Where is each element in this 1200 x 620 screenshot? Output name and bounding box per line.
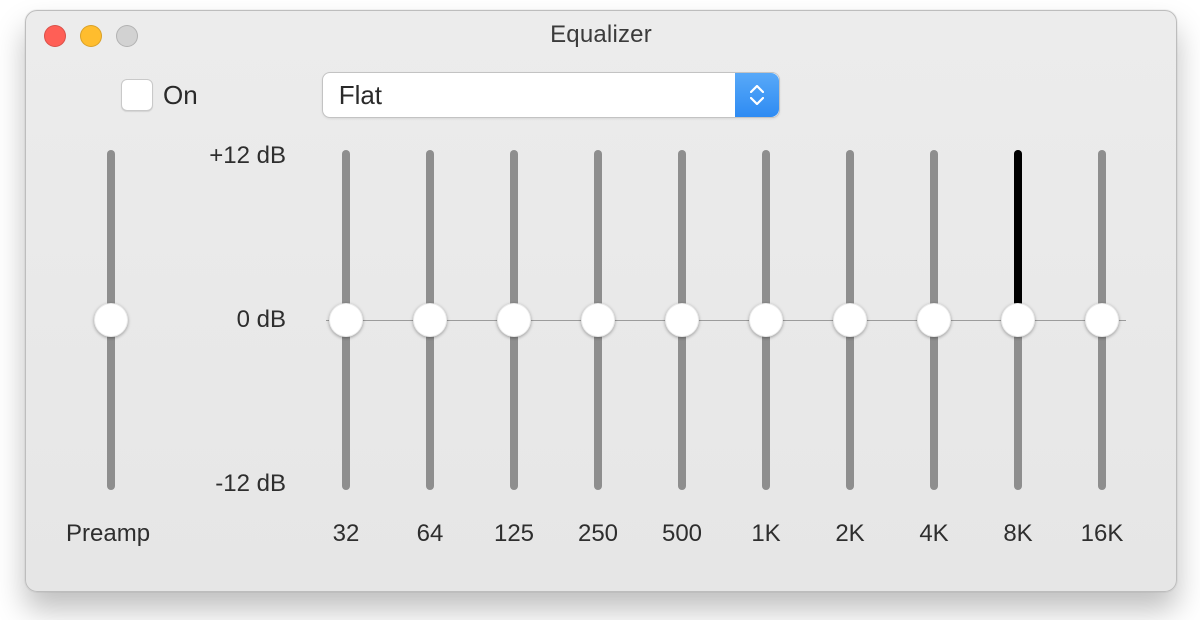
top-controls: On Flat	[26, 60, 1176, 130]
band-label: 2K	[820, 520, 880, 548]
band-label: 4K	[904, 520, 964, 548]
band-slider-125[interactable]	[494, 130, 534, 520]
slider-thumb[interactable]	[665, 303, 699, 337]
band-label: 16K	[1072, 520, 1132, 548]
preamp-label: Preamp	[66, 520, 150, 548]
band-slider-4K[interactable]	[914, 130, 954, 520]
band-label: 1K	[736, 520, 796, 548]
slider-thumb[interactable]	[749, 303, 783, 337]
band-slider-500[interactable]	[662, 130, 702, 520]
slider-thumb[interactable]	[94, 303, 128, 337]
titlebar: Equalizer	[26, 11, 1176, 60]
on-checkbox[interactable]	[121, 79, 153, 111]
band-slider-2K[interactable]	[830, 130, 870, 520]
window-title: Equalizer	[550, 21, 652, 49]
equalizer-window: Equalizer On Flat +12 dB 0 dB -12 dB Preamp…	[25, 10, 1177, 592]
scale-label: 0 dB	[186, 306, 286, 334]
traffic-lights	[44, 25, 138, 47]
scale-label: +12 dB	[186, 142, 286, 170]
slider-thumb[interactable]	[329, 303, 363, 337]
band-label: 125	[484, 520, 544, 548]
slider-thumb[interactable]	[581, 303, 615, 337]
preset-select[interactable]: Flat	[322, 72, 780, 118]
band-label: 250	[568, 520, 628, 548]
slider-thumb[interactable]	[413, 303, 447, 337]
zoom-icon	[116, 25, 138, 47]
band-label: 8K	[988, 520, 1048, 548]
band-label: 500	[652, 520, 712, 548]
slider-thumb[interactable]	[1001, 303, 1035, 337]
slider-fill	[1014, 150, 1022, 320]
slider-thumb[interactable]	[833, 303, 867, 337]
band-slider-16K[interactable]	[1082, 130, 1122, 520]
band-label: 64	[400, 520, 460, 548]
band-slider-32[interactable]	[326, 130, 366, 520]
preamp-slider[interactable]	[91, 130, 131, 520]
band-label: 32	[316, 520, 376, 548]
band-slider-8K[interactable]	[998, 130, 1038, 520]
preset-stepper[interactable]	[735, 73, 779, 117]
preset-value: Flat	[339, 80, 382, 111]
band-slider-64[interactable]	[410, 130, 450, 520]
slider-thumb[interactable]	[497, 303, 531, 337]
slider-thumb[interactable]	[917, 303, 951, 337]
on-toggle[interactable]: On	[121, 79, 198, 111]
chevron-up-icon	[750, 85, 764, 93]
close-icon[interactable]	[44, 25, 66, 47]
scale-label: -12 dB	[186, 470, 286, 498]
band-slider-1K[interactable]	[746, 130, 786, 520]
band-slider-250[interactable]	[578, 130, 618, 520]
minimize-icon[interactable]	[80, 25, 102, 47]
chevron-down-icon	[750, 97, 764, 105]
eq-area: +12 dB 0 dB -12 dB Preamp 32 64 125 250 500 1K 2K 4…	[26, 130, 1176, 550]
on-label: On	[163, 80, 198, 111]
slider-thumb[interactable]	[1085, 303, 1119, 337]
